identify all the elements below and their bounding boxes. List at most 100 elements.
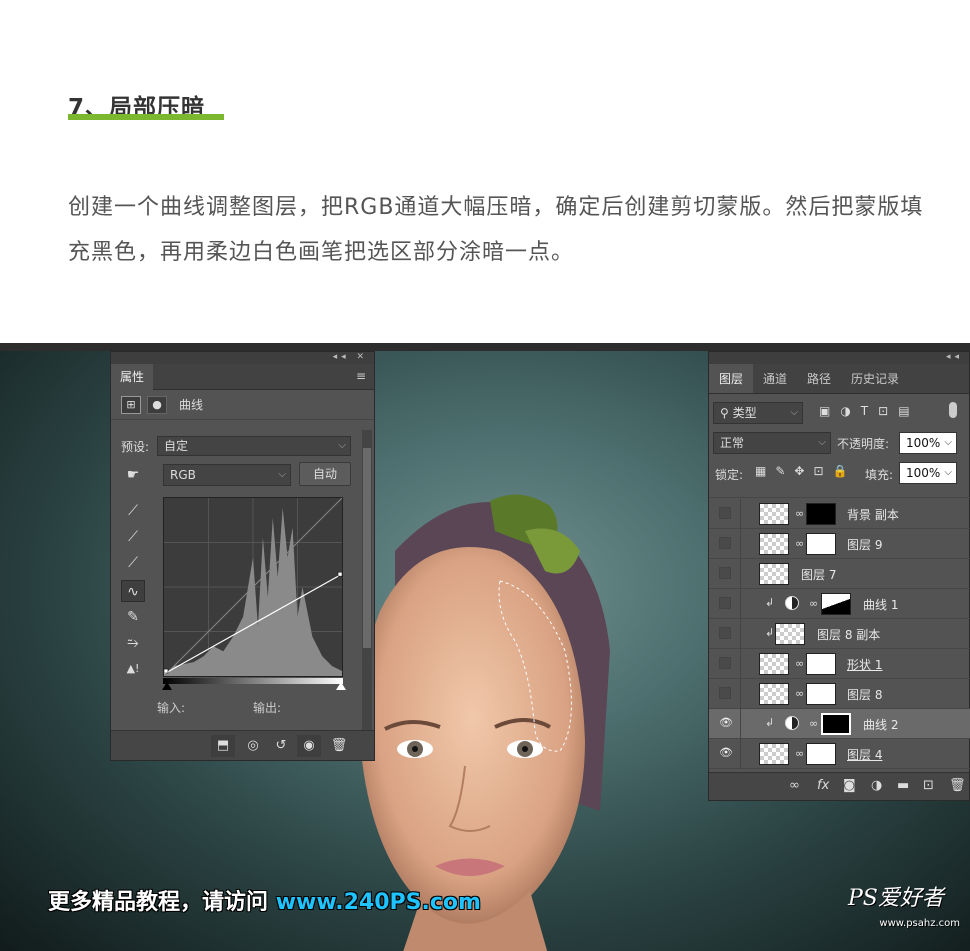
black-point-slider[interactable] xyxy=(162,682,172,690)
scrollbar-thumb[interactable] xyxy=(363,448,371,648)
link-layers-icon[interactable]: ∞ xyxy=(789,778,800,793)
tab-history[interactable]: 历史记录 xyxy=(841,364,909,393)
layer-name[interactable]: 图层 4 xyxy=(847,746,882,763)
visibility-toggle[interactable] xyxy=(719,567,731,579)
input-gradient-bar xyxy=(163,678,343,684)
tab-channels[interactable]: 通道 xyxy=(753,364,797,393)
tab-properties[interactable]: 属性 xyxy=(111,364,153,390)
link-icon[interactable]: ∞ xyxy=(809,717,818,730)
new-layer-icon[interactable]: ⊡ xyxy=(923,778,934,793)
lock-icons[interactable]: ▦✎✥⊡🔒 xyxy=(755,464,856,478)
reset-icon[interactable]: ↺ xyxy=(269,735,293,757)
chevron-down-icon: ⌵ xyxy=(944,467,952,478)
layer-row-selected[interactable]: 👁 ↲ ∞ 曲线 2 xyxy=(709,709,970,739)
layer-mask-thumbnail[interactable] xyxy=(806,503,836,525)
clipping-warning-icon[interactable]: ▲! xyxy=(121,658,145,680)
filter-icons[interactable]: ▣◑T⊡▤ xyxy=(819,404,920,418)
visibility-toggle[interactable] xyxy=(719,597,731,609)
link-icon[interactable]: ∞ xyxy=(795,507,804,520)
curve-icon[interactable]: ∿ xyxy=(121,580,145,602)
eyedropper-gray-icon[interactable]: ⟋ xyxy=(121,526,145,548)
layer-name[interactable]: 形状 1 xyxy=(847,656,882,673)
filter-toggle[interactable] xyxy=(949,402,957,418)
eyedropper-black-icon[interactable]: ⟋ xyxy=(121,500,145,522)
link-icon[interactable]: ∞ xyxy=(795,747,804,760)
layer-row-partial[interactable] xyxy=(709,486,970,498)
layer-name[interactable]: 图层 9 xyxy=(847,536,882,553)
layer-mask-thumbnail[interactable] xyxy=(806,533,836,555)
panel-grip[interactable]: ◂◂ ✕ xyxy=(111,352,374,364)
add-mask-icon[interactable]: ◙ xyxy=(843,778,856,793)
new-adjustment-icon[interactable]: ◑ xyxy=(871,778,882,793)
output-label: 输出: xyxy=(253,701,282,715)
visibility-toggle[interactable] xyxy=(719,657,731,669)
auto-button[interactable]: 自动 xyxy=(299,462,351,486)
view-previous-icon[interactable]: ◎ xyxy=(241,735,265,757)
properties-scrollbar[interactable] xyxy=(362,430,372,730)
eyedropper-white-icon[interactable]: ⟋ xyxy=(121,552,145,574)
opacity-input[interactable]: 100% ⌵ xyxy=(899,432,957,454)
tab-paths[interactable]: 路径 xyxy=(797,364,841,393)
layer-row[interactable]: 👁 ∞ 图层 4 xyxy=(709,739,970,769)
mask-icon[interactable]: ● xyxy=(147,395,167,414)
link-icon[interactable]: ∞ xyxy=(795,657,804,670)
target-adjust-icon[interactable]: ☛ xyxy=(121,464,145,486)
link-icon[interactable]: ∞ xyxy=(795,537,804,550)
logo-text: PS爱好者 xyxy=(848,886,944,911)
link-icon[interactable]: ∞ xyxy=(809,597,818,610)
link-icon[interactable]: ∞ xyxy=(795,687,804,700)
clip-to-layer-icon[interactable]: ⬒ xyxy=(211,735,235,757)
smooth-icon[interactable]: ⥲ xyxy=(121,632,145,654)
pencil-icon[interactable]: ✎ xyxy=(121,606,145,628)
folder-icon[interactable]: ▬ xyxy=(897,778,909,793)
menu-icon[interactable]: ≡ xyxy=(356,369,366,383)
fill-input[interactable]: 100% ⌵ xyxy=(899,462,957,484)
blend-mode-select[interactable]: 正常 ⌵ xyxy=(713,432,831,454)
tab-layers[interactable]: 图层 xyxy=(709,364,754,393)
layer-name[interactable]: 图层 8 xyxy=(847,686,882,703)
layer-mask-thumbnail[interactable] xyxy=(821,713,851,735)
layer-name[interactable]: 图层 7 xyxy=(801,566,836,583)
curves-adjustment-icon[interactable]: ⊞ xyxy=(121,395,141,414)
layer-mask-thumbnail[interactable] xyxy=(806,683,836,705)
watermark: 更多精品教程，请访问 www.240PS.com xyxy=(48,884,481,916)
layer-row[interactable]: ↲ ∞ 曲线 1 xyxy=(709,589,970,619)
layer-row[interactable]: ↲ 图层 8 副本 xyxy=(709,619,970,649)
filter-kind-select[interactable]: ⚲ 类型 ⌵ xyxy=(713,402,803,424)
layer-mask-thumbnail[interactable] xyxy=(806,743,836,765)
layer-row[interactable]: ∞ 形状 1 xyxy=(709,649,970,679)
panel-grip[interactable]: ◂◂ xyxy=(709,352,969,364)
layer-row[interactable]: ∞ 背景 副本 xyxy=(709,499,970,529)
layer-name[interactable]: 曲线 2 xyxy=(863,716,898,733)
layer-row[interactable]: 图层 7 xyxy=(709,559,970,589)
collapse-close-icon[interactable]: ◂◂ ✕ xyxy=(333,352,368,362)
layer-mask-thumbnail[interactable] xyxy=(806,653,836,675)
layer-name[interactable]: 曲线 1 xyxy=(863,596,898,613)
adjustment-label: 曲线 xyxy=(179,398,204,412)
visibility-toggle[interactable] xyxy=(719,537,731,549)
visibility-toggle[interactable] xyxy=(719,687,731,699)
preset-select[interactable]: 自定 ⌵ xyxy=(157,436,351,456)
properties-footer: ⬒ ◎ ↺ ◉ 🗑 xyxy=(111,730,374,760)
eye-icon[interactable]: 👁 xyxy=(719,717,733,729)
white-point-slider[interactable] xyxy=(336,682,346,690)
trash-icon[interactable]: 🗑 xyxy=(327,735,351,757)
eye-icon[interactable]: ◉ xyxy=(297,735,321,757)
channel-select[interactable]: RGB ⌵ xyxy=(163,464,291,486)
fx-icon[interactable]: fx xyxy=(817,778,829,793)
visibility-toggle[interactable] xyxy=(719,627,731,639)
trash-icon[interactable]: 🗑 xyxy=(949,778,966,793)
layers-panel: ◂◂ 图层 通道 路径 历史记录 ⚲ 类型 ⌵ ▣◑T⊡▤ 正常 ⌵ 不透明度: 1… xyxy=(708,351,970,801)
site-logo: PS爱好者 www.psahz.com xyxy=(848,880,960,942)
layer-name[interactable]: 图层 8 副本 xyxy=(817,626,880,643)
layer-mask-thumbnail[interactable] xyxy=(821,593,851,615)
watermark-url[interactable]: www.240PS.com xyxy=(276,890,481,915)
layer-row[interactable]: ∞ 图层 8 xyxy=(709,679,970,709)
layer-row[interactable]: ∞ 图层 9 xyxy=(709,529,970,559)
curves-graph[interactable] xyxy=(163,497,343,677)
eye-icon[interactable]: 👁 xyxy=(719,747,733,759)
collapse-icon[interactable]: ◂◂ xyxy=(946,352,963,362)
layer-name[interactable]: 背景 副本 xyxy=(847,506,899,523)
opacity-label: 不透明度: xyxy=(837,437,890,451)
visibility-toggle[interactable] xyxy=(719,507,731,519)
